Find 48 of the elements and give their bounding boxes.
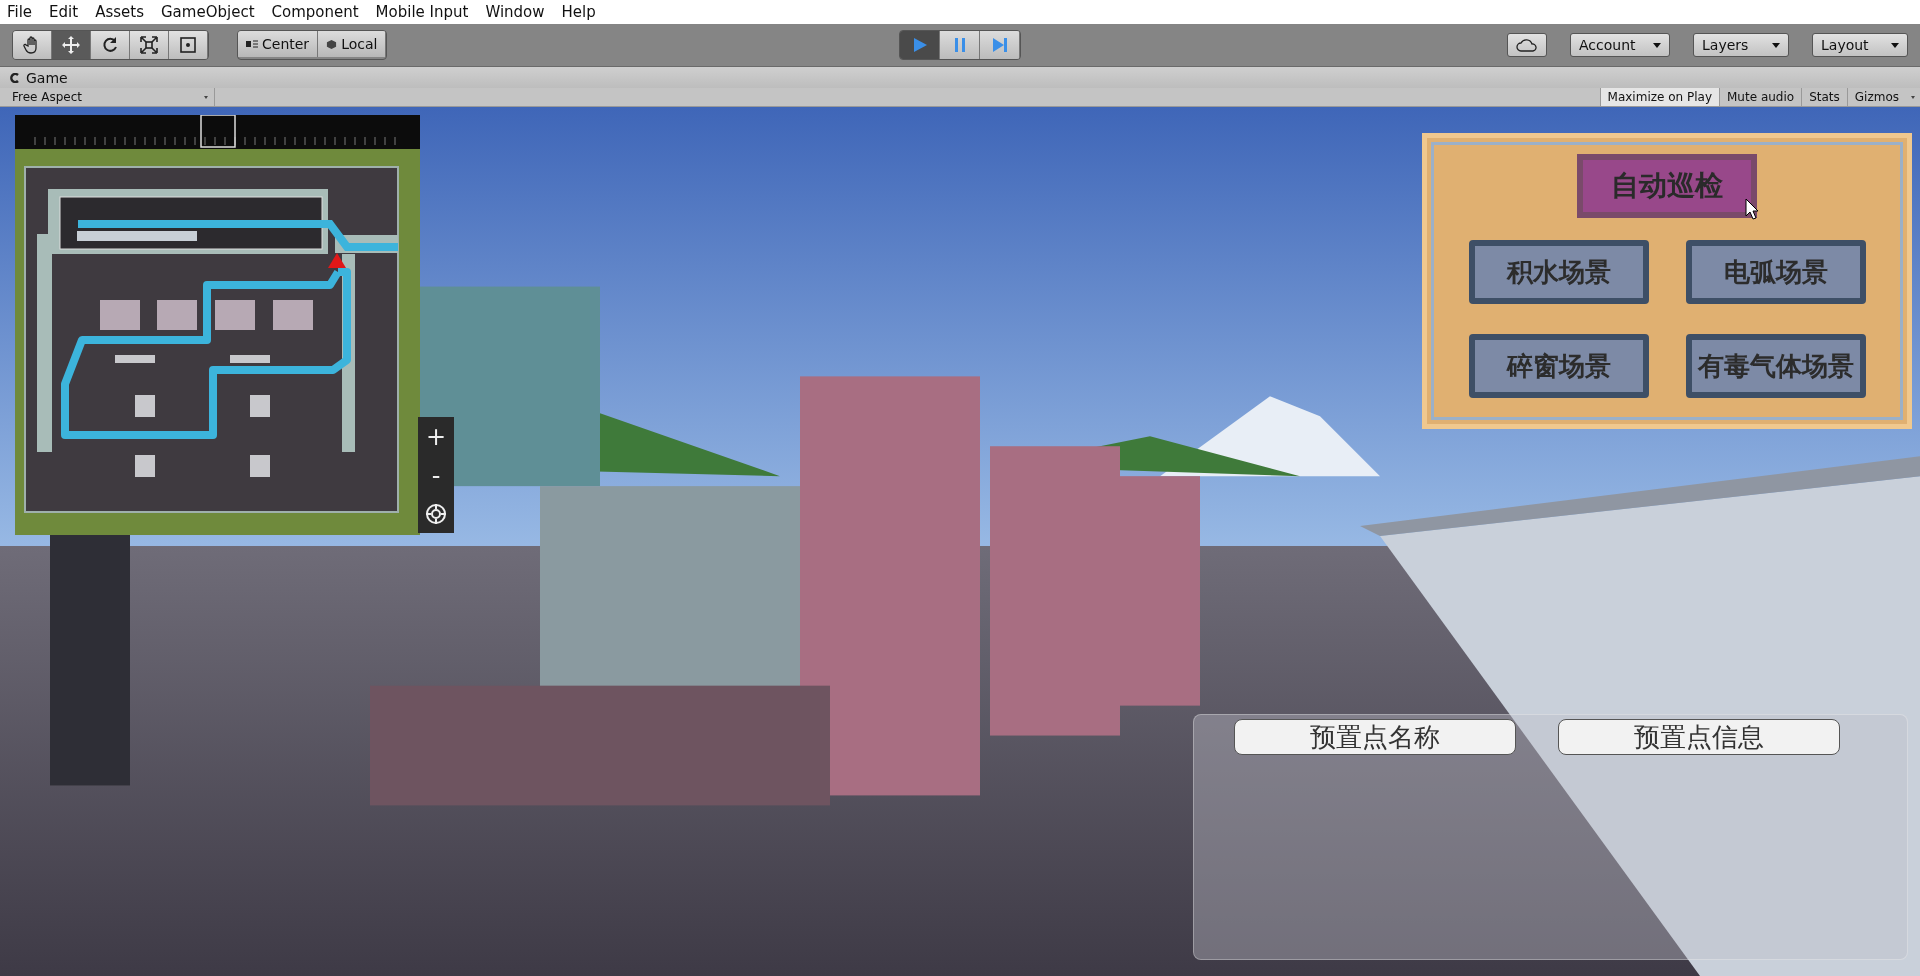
scale-icon	[139, 35, 159, 55]
play-button[interactable]	[900, 31, 940, 59]
scenario-button[interactable]: 积水场景	[1468, 240, 1649, 304]
rotate-tool-button[interactable]	[91, 31, 130, 59]
scale-tool-button[interactable]	[130, 31, 169, 59]
recenter-icon[interactable]	[425, 503, 447, 526]
menu-item[interactable]: GameObject	[161, 3, 255, 21]
menu-item[interactable]: Edit	[49, 3, 79, 21]
aspect-dropdown[interactable]: Free Aspect	[0, 88, 215, 106]
rect-tool-button[interactable]	[169, 31, 208, 59]
menu-item[interactable]: File	[7, 3, 33, 21]
view-toggle[interactable]: Maximize on Play	[1599, 88, 1719, 106]
layout-dropdown[interactable]: Layout	[1812, 33, 1908, 57]
scenario-button[interactable]: 有毒气体场景	[1685, 334, 1866, 398]
zoom-out-button[interactable]: -	[431, 464, 441, 488]
game-tab-icon	[10, 73, 20, 83]
menu-item[interactable]: Window	[485, 3, 545, 21]
pivot-icon	[246, 39, 258, 49]
step-button[interactable]	[980, 31, 1020, 59]
zoom-in-button[interactable]: +	[425, 424, 447, 449]
menu-item[interactable]: Component	[271, 3, 359, 21]
column-header: 预置点信息	[1558, 719, 1840, 755]
view-toggle[interactable]: Mute audio	[1719, 88, 1802, 106]
scenario-button[interactable]: 碎窗场景	[1468, 334, 1649, 398]
step-icon	[990, 36, 1009, 54]
menu-item[interactable]: Mobile Input	[375, 3, 469, 21]
game-tab[interactable]: Game	[0, 70, 78, 88]
menu-item[interactable]: Help	[561, 3, 596, 21]
cursor-icon	[1745, 198, 1759, 220]
cube-icon	[326, 38, 338, 50]
rect-tool-icon	[178, 35, 198, 55]
cloud-icon	[1516, 38, 1538, 52]
menu-item[interactable]: Assets	[95, 3, 144, 21]
pause-button[interactable]	[940, 31, 980, 59]
caret-icon[interactable]	[1911, 95, 1915, 99]
move-tool-button[interactable]	[52, 31, 91, 59]
account-dropdown[interactable]: Account	[1570, 33, 1670, 57]
cloud-button[interactable]	[1507, 33, 1547, 57]
column-header: 预置点名称	[1234, 719, 1516, 755]
view-toggle[interactable]: Gizmos	[1846, 88, 1906, 106]
center-pivot-button[interactable]: Center	[238, 31, 319, 57]
hand-tool-button[interactable]	[13, 31, 52, 59]
move-icon	[61, 35, 81, 55]
view-toggle[interactable]: Stats	[1801, 88, 1847, 106]
local-pivot-button[interactable]: Local	[318, 31, 387, 57]
layers-dropdown[interactable]: Layers	[1693, 33, 1789, 57]
scenario-button[interactable]: 电弧场景	[1685, 240, 1866, 304]
rotate-icon	[100, 35, 120, 55]
